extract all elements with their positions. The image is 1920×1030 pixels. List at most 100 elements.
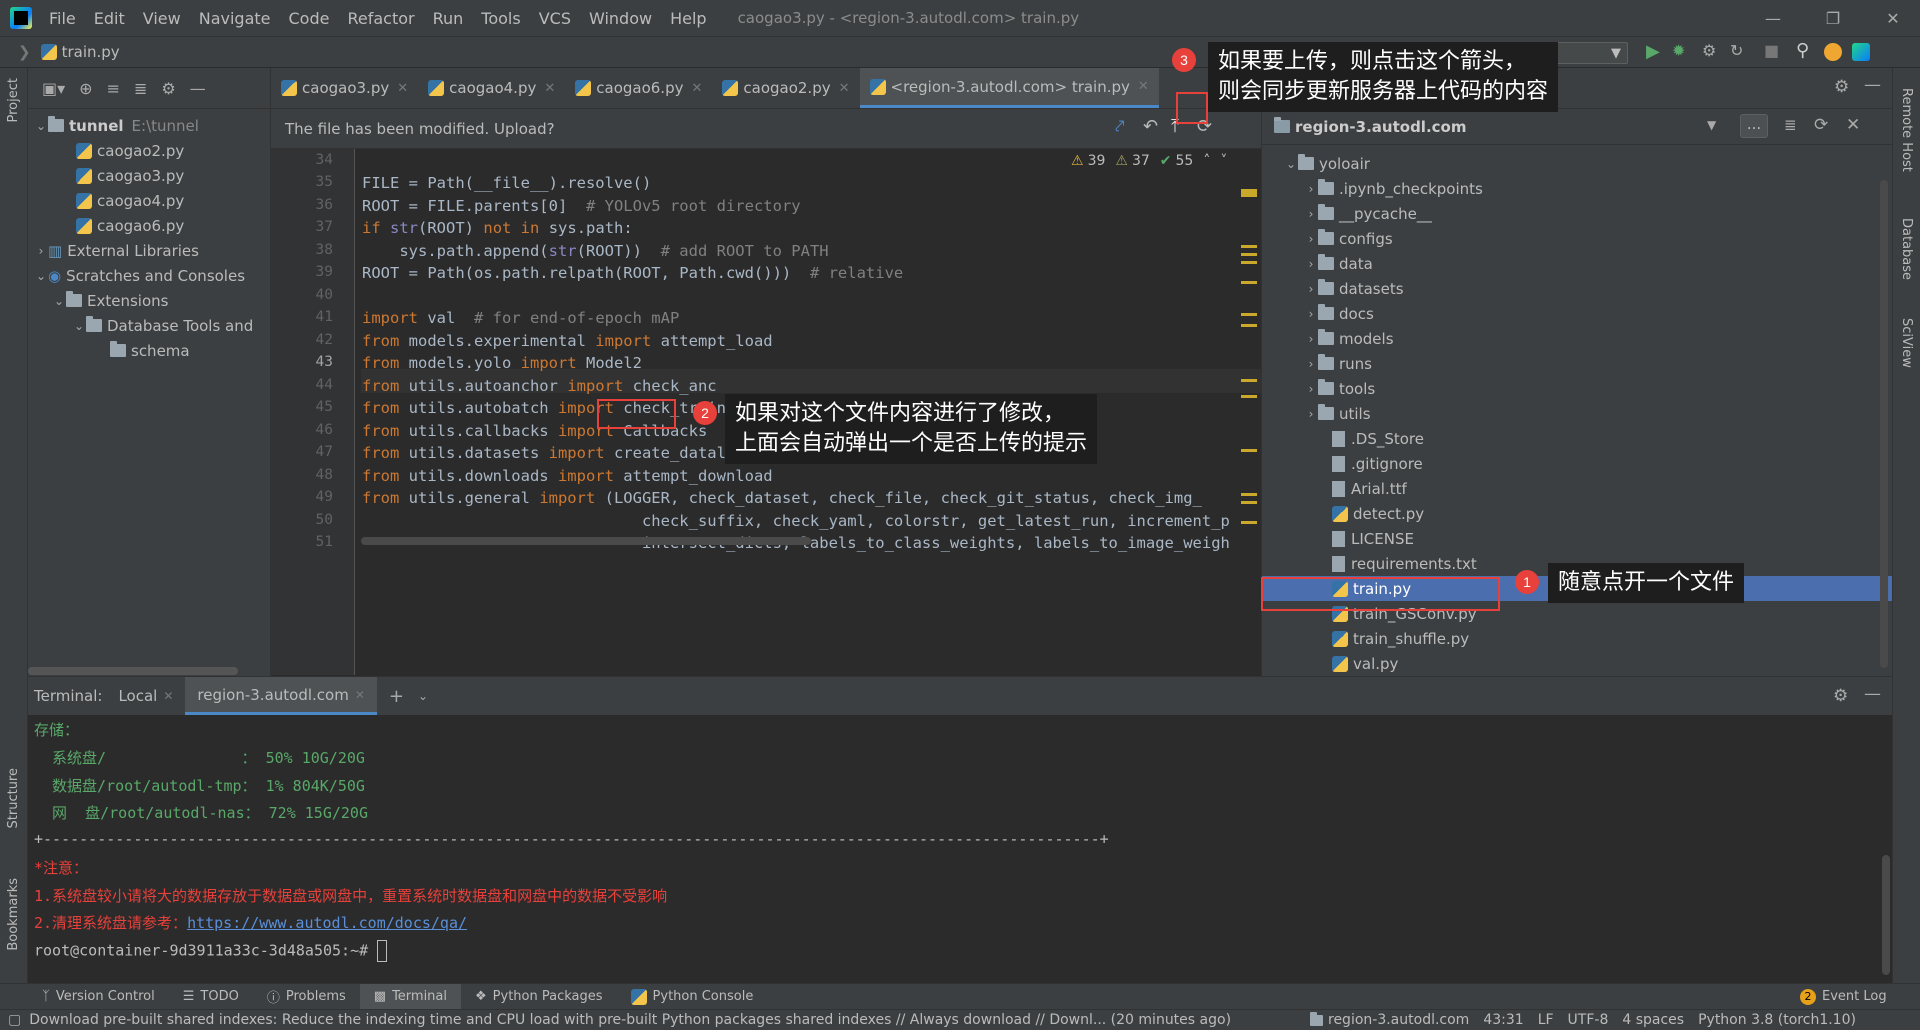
tree-file[interactable]: train_shuffle.py <box>1262 626 1892 651</box>
compare-icon[interactable]: ⤤ <box>1115 117 1125 137</box>
tab-problems[interactable]: ⓘ Problems <box>253 984 360 1010</box>
refresh-icon[interactable]: ⟳ <box>1814 115 1828 135</box>
tree-file[interactable]: .DS_Store <box>1262 426 1892 451</box>
coverage-icon[interactable]: ⚙ <box>1702 41 1716 60</box>
project-tool-button[interactable]: Project <box>6 78 21 122</box>
menu-tools[interactable]: Tools <box>472 9 529 28</box>
remote-host-selector[interactable]: region-3.autodl.com ▼ ... ≣ ⟳ ✕ <box>1262 109 1892 145</box>
tree-folder[interactable]: › docs <box>1262 301 1892 326</box>
stop-icon[interactable]: ■ <box>1764 41 1779 60</box>
menu-edit[interactable]: Edit <box>85 9 134 28</box>
tree-item-database-tools[interactable]: ⌄ Database Tools and <box>28 313 270 338</box>
tree-file[interactable]: detect.py <box>1262 501 1892 526</box>
tab-caogao3[interactable]: caogao3.py ✕ <box>271 68 418 108</box>
tab-caogao6[interactable]: caogao6.py ✕ <box>565 68 712 108</box>
tree-item-tunnel[interactable]: ⌄ tunnel E:\tunnel <box>28 113 270 138</box>
tree-item-scratches[interactable]: ⌄ ◉ Scratches and Consoles <box>28 263 270 288</box>
python-interpreter[interactable]: Python 3.8 (torch1.10) <box>1698 1012 1856 1028</box>
profile-icon[interactable]: ↻ <box>1730 41 1743 60</box>
toolbox-icon[interactable] <box>1852 43 1870 61</box>
caret-position[interactable]: 43:31 <box>1483 1012 1523 1028</box>
close-icon[interactable]: ✕ <box>1846 115 1860 135</box>
indent-setting[interactable]: 4 spaces <box>1622 1012 1684 1028</box>
tree-folder[interactable]: › utils <box>1262 401 1892 426</box>
chevron-down-icon[interactable]: ⌄ <box>418 689 428 703</box>
tree-file[interactable]: val.py <box>1262 651 1892 676</box>
remote-host-tool-button[interactable]: Remote Host <box>1899 88 1914 172</box>
menu-view[interactable]: View <box>134 9 190 28</box>
tree-file[interactable]: Arial.ttf <box>1262 476 1892 501</box>
horizontal-scrollbar[interactable] <box>28 667 238 675</box>
menu-vcs[interactable]: VCS <box>530 9 580 28</box>
tree-item-file[interactable]: caogao2.py <box>28 138 270 163</box>
settings-icon[interactable]: ⚙ <box>1834 77 1849 97</box>
settings-icon[interactable]: ⚙ <box>1833 686 1848 706</box>
search-icon[interactable]: ⚲ <box>1796 40 1809 61</box>
menu-help[interactable]: Help <box>661 9 715 28</box>
tab-version-control[interactable]: ᛉ Version Control <box>28 984 169 1010</box>
new-terminal-icon[interactable]: + <box>389 686 404 707</box>
sciview-tool-button[interactable]: SciView <box>1899 318 1914 368</box>
terminal-tab-local[interactable]: Local ✕ <box>106 677 185 715</box>
vertical-scrollbar[interactable] <box>1882 855 1890 975</box>
locate-icon[interactable]: ⊕ <box>79 79 92 98</box>
tree-folder[interactable]: › datasets <box>1262 276 1892 301</box>
menu-window[interactable]: Window <box>580 9 661 28</box>
status-message[interactable]: Download pre-built shared indexes: Reduc… <box>29 1012 1269 1028</box>
browse-button[interactable]: ... <box>1740 114 1768 138</box>
event-log-button[interactable]: 2 Event Log <box>1786 984 1901 1010</box>
previous-icon[interactable]: ˄ <box>1203 153 1210 169</box>
tree-folder[interactable]: › tools <box>1262 376 1892 401</box>
tree-folder[interactable]: › models <box>1262 326 1892 351</box>
tree-item-file[interactable]: caogao6.py <box>28 213 270 238</box>
close-window-icon[interactable]: ✕ <box>1870 0 1916 36</box>
revert-icon[interactable]: ↶ <box>1143 116 1158 137</box>
tree-folder[interactable]: › __pycache__ <box>1262 201 1892 226</box>
collapse-all-icon[interactable]: ≣ <box>134 79 147 98</box>
tree-item-yoloair[interactable]: ⌄ yoloair <box>1262 151 1892 176</box>
tree-item-file[interactable]: caogao4.py <box>28 188 270 213</box>
status-host[interactable]: region-3.autodl.com <box>1310 1011 1469 1028</box>
collapse-icon[interactable]: ≣ <box>1784 116 1797 134</box>
line-separator[interactable]: LF <box>1538 1012 1554 1028</box>
close-tab-icon[interactable]: ✕ <box>355 688 365 702</box>
vertical-scrollbar[interactable] <box>1880 180 1888 668</box>
tab-caogao2[interactable]: caogao2.py ✕ <box>712 68 859 108</box>
run-icon[interactable]: ▶ <box>1646 41 1660 62</box>
tree-folder[interactable]: › data <box>1262 251 1892 276</box>
tab-terminal[interactable]: ▩ Terminal <box>359 983 462 1010</box>
tree-file[interactable]: LICENSE <box>1262 526 1892 551</box>
menu-run[interactable]: Run <box>424 9 473 28</box>
structure-tool-button[interactable]: Structure <box>6 768 21 828</box>
update-icon[interactable] <box>1824 43 1842 61</box>
menu-navigate[interactable]: Navigate <box>190 9 280 28</box>
tree-folder[interactable]: › runs <box>1262 351 1892 376</box>
horizontal-scrollbar[interactable] <box>361 537 811 545</box>
tree-folder[interactable]: › .ipynb_checkpoints <box>1262 176 1892 201</box>
terminal-output[interactable]: 存储： 系统盘/ ： 50% 10G/20G 数据盘/root/autodl-t… <box>28 715 1892 983</box>
file-encoding[interactable]: UTF-8 <box>1568 1012 1609 1028</box>
tree-item-file[interactable]: caogao3.py <box>28 163 270 188</box>
hide-panel-icon[interactable]: — <box>190 79 206 98</box>
close-tab-icon[interactable]: ✕ <box>163 689 173 703</box>
inspection-widget[interactable]: ⚠ 39 ⚠ 37 ✔ 55 ˄ ˅ <box>1071 153 1227 169</box>
hide-panel-icon[interactable]: — <box>1864 684 1881 704</box>
tab-todo[interactable]: ☰ TODO <box>169 984 253 1010</box>
menu-code[interactable]: Code <box>280 9 339 28</box>
close-tab-icon[interactable]: ✕ <box>1138 79 1149 94</box>
close-tab-icon[interactable]: ✕ <box>397 81 408 96</box>
minimize-icon[interactable]: — <box>1750 0 1796 36</box>
view-mode-icon[interactable]: ▣▾ <box>42 79 65 98</box>
terminal-tab-remote[interactable]: region-3.autodl.com ✕ <box>185 677 377 715</box>
tree-item-external-libraries[interactable]: › ▥ External Libraries <box>28 238 270 263</box>
debug-icon[interactable]: ✹ <box>1672 41 1685 60</box>
close-tab-icon[interactable]: ✕ <box>691 81 702 96</box>
close-tab-icon[interactable]: ✕ <box>544 81 555 96</box>
tree-folder[interactable]: › configs <box>1262 226 1892 251</box>
database-tool-button[interactable]: Database <box>1899 218 1914 280</box>
close-tab-icon[interactable]: ✕ <box>839 81 850 96</box>
tab-remote-train[interactable]: <region-3.autodl.com> train.py ✕ <box>859 68 1159 108</box>
bookmarks-tool-button[interactable]: Bookmarks <box>6 878 21 951</box>
tab-caogao4[interactable]: caogao4.py ✕ <box>418 68 565 108</box>
tree-item-extensions[interactable]: ⌄ Extensions <box>28 288 270 313</box>
